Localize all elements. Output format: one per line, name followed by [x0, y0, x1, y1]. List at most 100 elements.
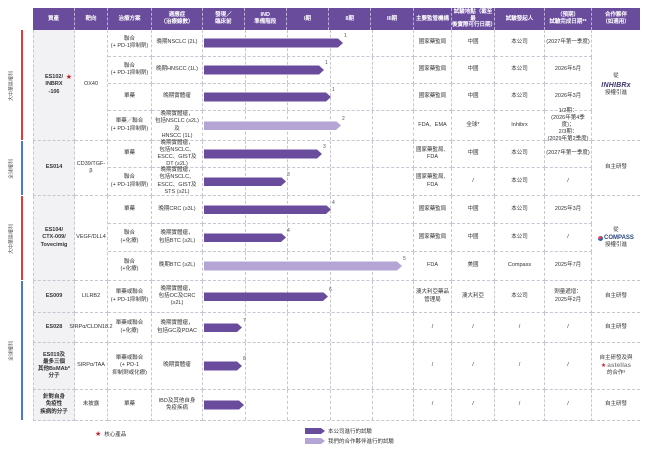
phase-progress-cell: 3 [203, 168, 414, 196]
column-header-indication: 適應症 （治療線數） [152, 8, 203, 30]
location-cell: / [452, 313, 495, 343]
indication-cell: 晚期實體瘤， 包括NSCLC (≥2L)及 HNSCC (1L) [152, 111, 203, 141]
trial-bar-wrap: 1 [204, 84, 413, 110]
column-header-location: 試驗地點（截至最 後實際可行日期） [452, 8, 497, 30]
regimen-cell: 單藥或聯合 (+ PD-1 抑制劑或化療) [108, 343, 152, 390]
sponsor-cell: 本公司 [495, 84, 545, 111]
trial-progress-bar [204, 292, 328, 301]
regimen-cell: 單藥 [108, 84, 152, 111]
trial-progress-bar [204, 233, 286, 242]
bar-footnote-ref: 7 [243, 317, 246, 324]
trial-progress-bar [204, 66, 324, 75]
column-header-target: 靶向 [75, 8, 108, 30]
phase-progress-cell: 2 [203, 111, 414, 141]
regulator-cell: 國家藥監局 [414, 30, 452, 57]
partner-text: 自主研發及與 [599, 354, 633, 361]
regimen-cell: 聯合 (+ PD-1抑制劑) [108, 57, 152, 84]
self-trial-bar-swatch [305, 428, 325, 434]
indication-cell: 晚期實體瘤， 包括NSCLC、 ESCC、GIST及 STS (≥2L) [152, 167, 203, 196]
column-header-asset: 資產 [33, 8, 75, 30]
trial-bar-wrap [204, 390, 413, 420]
legend: ★ 核心產品 本公司進行的試驗 我們的合作夥伴進行的試驗 [0, 426, 650, 450]
trial-bar-wrap: 2 [204, 111, 413, 140]
milestone-cell: / [545, 224, 592, 252]
phase-progress-cell: 4 [203, 196, 414, 224]
trial-progress-bar [204, 39, 343, 48]
rights-band-label: 大中華區權利 [8, 223, 15, 254]
trial-bar-wrap: 3 [204, 168, 413, 195]
milestone-cell: 劑量遞增： 2025年2月 [545, 281, 592, 313]
bar-footnote-ref: 6 [329, 286, 332, 293]
asset-cell: ES014 [33, 141, 75, 196]
bar-footnote-ref: 5 [403, 256, 406, 262]
trial-bar-wrap: 7 [204, 313, 413, 342]
target-cell: LILRB2 [75, 281, 108, 313]
trial-progress-bar [204, 93, 331, 102]
location-cell: 全球* [452, 111, 495, 141]
location-cell: 中國 [452, 196, 495, 224]
indication-cell: 晚期實體瘤， 包括BTC (≥2L) [152, 224, 203, 252]
column-header-phase-2: IND 準備階段 [245, 8, 287, 30]
rights-band-line [21, 30, 23, 140]
compass-logo-text: COMPASS [604, 235, 634, 241]
trial-progress-bar [204, 121, 341, 130]
rights-band-line [21, 141, 23, 195]
compass-circle-icon [598, 235, 604, 241]
phase-progress-cell: 8 [203, 343, 414, 390]
asset-name: ES014 [45, 164, 63, 171]
trial-bar-wrap: 4 [204, 224, 413, 251]
partner-cell: 自主研發 [592, 281, 640, 313]
inhibrx-logo: INHIBRx [601, 82, 630, 89]
sponsor-cell: / [495, 313, 545, 343]
milestone-cell: 2026年5月 [545, 57, 592, 84]
asset-cell: ES019及 最多三個 其他BsMAb* 分子 [33, 343, 75, 390]
partner-cell: 自主研發及與 ★ astellas 的合作³ [592, 343, 640, 390]
regulator-cell: 國家藥監局、 FDA [414, 141, 452, 168]
sponsor-cell: 本公司 [495, 30, 545, 57]
regulator-cell: 國家藥監局 [414, 84, 452, 111]
regimen-cell: 單藥或聯合 (+化療) [108, 313, 152, 343]
indication-cell: 晚期CRC (≥3L) [152, 196, 203, 224]
partner-cell: 自主研發 [592, 390, 640, 421]
milestone-cell: / [545, 313, 592, 343]
location-cell: 中國 [452, 84, 495, 111]
bar-footnote-ref: 1 [332, 87, 335, 93]
milestone-cell: 1/2期： (2026年第4季度)； 2/3期： (2029年第2季度) [545, 108, 592, 142]
milestone-cell: (2027年第一季度) [545, 30, 592, 57]
location-cell: / [452, 390, 495, 421]
regimen-cell: 單藥或聯合 (+ PD-1抑制劑) [108, 281, 152, 313]
core-product-star-icon: ★ [95, 430, 102, 438]
column-header-phase-1: 發現／ 臨床前 [203, 8, 245, 30]
asset-cell: ES104/ CTX-009/ Tovecimig [33, 196, 75, 281]
rights-band-label: 全球權利 [8, 340, 15, 362]
column-header-milestone: （預期） 試驗完成日期** [545, 8, 592, 30]
regulator-cell: 澳大利亞藥品 管理局 [414, 281, 452, 313]
bar-footnote-ref: 3 [287, 171, 290, 178]
regimen-cell: 單藥 [108, 141, 152, 168]
trial-bar-wrap: 8 [204, 343, 413, 389]
sponsor-cell: 本公司 [495, 168, 545, 196]
indication-cell: 晚期NSCLC (2L) [152, 30, 203, 57]
sponsor-cell: / [495, 390, 545, 421]
regimen-cell: 聯合 (+ PD-1抑制劑) [108, 168, 152, 196]
pipeline-page: 大中華區權利 全球權利 大中華區權利 全球權利 資產 靶向 治療方案 適應症 （治療線數）主… [0, 0, 650, 451]
location-cell: 美國 [452, 252, 495, 281]
partner-text: 授權引進 [604, 242, 627, 248]
regulator-cell: / [414, 313, 452, 343]
asset-name: ES019及 最多三個 其他BsMAb* 分子 [37, 351, 71, 380]
trial-bar-wrap: 1 [204, 30, 413, 56]
core-product-star-icon: ★ [65, 74, 72, 81]
location-cell: 中國 [452, 141, 495, 168]
bar-footnote-ref: 8 [243, 356, 246, 362]
astellas-star-icon: ★ [600, 363, 607, 369]
asset-cell: 針對自身 免疫性 疾病的分子 [33, 390, 75, 421]
column-header-partner: 合作夥伴 （如適用） [592, 8, 640, 30]
asset-name: ES028 [45, 323, 63, 330]
phase-progress-cell: 3 [203, 141, 414, 168]
sponsor-cell: 本公司 [495, 57, 545, 84]
phase-progress-cell: 6 [203, 281, 414, 313]
partner-trial-bar-swatch [305, 438, 325, 444]
trial-progress-bar [204, 177, 286, 186]
astellas-logo-text: astellas [607, 361, 632, 369]
legend-core-product-label: 核心產品 [104, 432, 127, 438]
